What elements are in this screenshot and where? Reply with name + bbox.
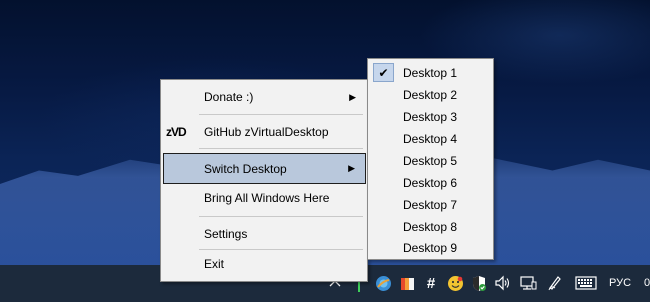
menu-item-switch-desktop[interactable]: Switch Desktop ▶ (163, 153, 366, 184)
menu-separator (199, 148, 363, 149)
menu-item-label: Exit (204, 257, 225, 271)
menu-item-bring-all-windows[interactable]: Bring All Windows Here (162, 187, 366, 209)
submenu-item-label: Desktop 4 (403, 132, 458, 146)
globe-app-icon[interactable] (374, 273, 392, 293)
submenu-item-desktop-7[interactable]: Desktop 7 (369, 194, 492, 216)
submenu-item-label: Desktop 9 (403, 241, 458, 255)
menu-item-label: Donate :) (204, 90, 254, 104)
smiley-app-icon[interactable] (446, 273, 464, 293)
keyboard-icon[interactable] (574, 273, 598, 293)
menu-item-label: Switch Desktop (204, 161, 287, 176)
submenu-item-label: Desktop 6 (403, 176, 458, 190)
menu-item-label: Bring All Windows Here (204, 191, 330, 205)
submenu-item-desktop-5[interactable]: Desktop 5 (369, 150, 492, 172)
submenu-item-desktop-8[interactable]: Desktop 8 (369, 216, 492, 238)
switch-desktop-submenu: ✔ Desktop 1 Desktop 2 Desktop 3 Desktop … (367, 58, 494, 260)
submenu-item-label: Desktop 2 (403, 88, 458, 102)
menu-item-github[interactable]: zVD GitHub zVirtualDesktop (162, 121, 366, 143)
menu-item-exit[interactable]: Exit (162, 253, 366, 275)
submenu-item-label: Desktop 8 (403, 220, 458, 234)
menu-separator (199, 114, 363, 115)
submenu-item-desktop-1[interactable]: ✔ Desktop 1 (369, 62, 492, 84)
clock[interactable]: 0 (642, 273, 650, 293)
menu-item-settings[interactable]: Settings (162, 223, 366, 245)
submenu-item-desktop-3[interactable]: Desktop 3 (369, 106, 492, 128)
tray-context-menu: Donate :) ▶ zVD GitHub zVirtualDesktop S… (160, 79, 368, 282)
submenu-item-desktop-6[interactable]: Desktop 6 (369, 172, 492, 194)
submenu-arrow-icon: ▶ (349, 91, 356, 102)
submenu-item-label: Desktop 7 (403, 198, 458, 212)
submenu-item-desktop-2[interactable]: Desktop 2 (369, 84, 492, 106)
submenu-arrow-icon: ▶ (348, 163, 355, 173)
menu-item-label: GitHub zVirtualDesktop (204, 125, 329, 139)
menu-item-donate[interactable]: Donate :) ▶ (162, 86, 366, 108)
menu-separator (199, 216, 363, 217)
language-indicator[interactable]: РУС (606, 273, 634, 293)
menu-separator (199, 249, 363, 250)
volume-icon[interactable] (493, 273, 513, 293)
hashtag-icon[interactable]: # (422, 273, 440, 293)
network-icon[interactable] (518, 273, 538, 293)
zvd-logo-icon: zVD (166, 125, 187, 139)
menu-item-label: Settings (204, 227, 248, 241)
submenu-item-desktop-9[interactable]: Desktop 9 (369, 237, 492, 259)
submenu-item-label: Desktop 1 (403, 66, 458, 80)
checkmark-icon: ✔ (373, 63, 394, 82)
submenu-item-desktop-4[interactable]: Desktop 4 (369, 128, 492, 150)
flag-app-icon[interactable] (398, 273, 416, 293)
submenu-item-label: Desktop 3 (403, 110, 458, 124)
submenu-item-label: Desktop 5 (403, 154, 458, 168)
shield-icon[interactable] (470, 273, 488, 293)
pen-icon[interactable] (546, 273, 564, 293)
